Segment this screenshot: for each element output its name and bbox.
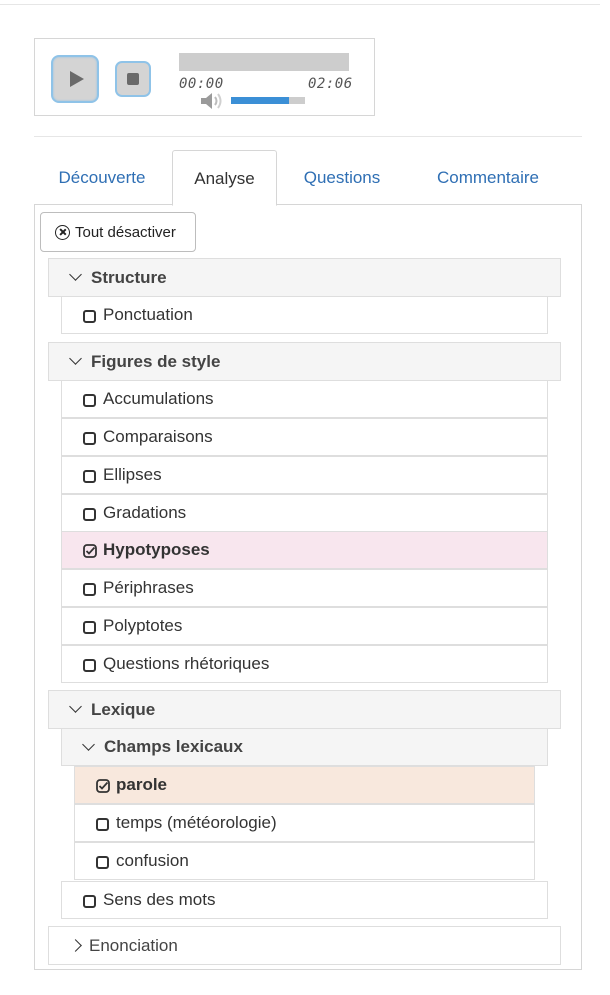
option-label: Comparaisons — [103, 427, 213, 446]
option-label: Questions rhétoriques — [103, 654, 270, 673]
disable-all-button[interactable]: Tout désactiver — [40, 212, 196, 252]
option-label: Gradations — [103, 503, 187, 522]
subsection-champs-lexicaux-header[interactable]: Champs lexicaux — [61, 728, 548, 766]
option-label: Ellipses — [103, 465, 162, 484]
checkbox-icon — [83, 658, 96, 672]
option-comparaisons[interactable]: Comparaisons — [61, 418, 548, 456]
checkbox-icon — [83, 582, 96, 596]
option-label: Ponctuation — [103, 305, 193, 324]
audio-player: 00:00 02:06 — [34, 38, 375, 116]
option-ponctuation[interactable]: Ponctuation — [61, 296, 548, 334]
option-hypotyposes[interactable]: Hypotyposes — [61, 531, 548, 569]
option-label: Hypotyposes — [103, 540, 210, 559]
checkbox-icon — [96, 855, 109, 869]
option-sens-des-mots[interactable]: Sens des mots — [61, 881, 548, 919]
volume-slider[interactable] — [231, 97, 305, 104]
checkbox-icon — [83, 309, 96, 323]
option-label: Accumulations — [103, 389, 214, 408]
chevron-right-icon — [69, 939, 82, 952]
stop-button[interactable] — [115, 61, 151, 97]
option-label: Périphrases — [103, 578, 194, 597]
tab-decouverte[interactable]: Découverte — [34, 150, 170, 205]
checkbox-icon — [96, 817, 109, 831]
chevron-down-icon — [69, 700, 82, 713]
checkbox-icon — [83, 894, 96, 908]
option-label: confusion — [116, 851, 189, 870]
tab-commentaire[interactable]: Commentaire — [410, 150, 566, 205]
checkbox-icon — [83, 507, 96, 521]
audio-progress-bar[interactable] — [179, 53, 349, 71]
tab-questions[interactable]: Questions — [286, 150, 398, 205]
section-title: Figures de style — [91, 351, 221, 371]
section-enonciation-header[interactable]: Enonciation — [48, 926, 561, 965]
current-time: 00:00 — [179, 76, 224, 92]
option-label: parole — [116, 775, 168, 794]
option-temps-meteorologie[interactable]: temps (météorologie) — [74, 804, 535, 842]
top-divider — [0, 4, 600, 5]
option-ellipses[interactable]: Ellipses — [61, 456, 548, 494]
subsection-title: Champs lexicaux — [104, 737, 243, 756]
disable-all-label: Tout désactiver — [75, 223, 176, 241]
option-gradations[interactable]: Gradations — [61, 494, 548, 532]
option-parole[interactable]: parole — [74, 766, 535, 804]
checkbox-icon — [83, 620, 96, 634]
checkbox-icon — [83, 393, 96, 407]
option-questions-rhetoriques[interactable]: Questions rhétoriques — [61, 645, 548, 683]
tab-bar: Découverte Analyse Questions Commentaire — [34, 150, 582, 206]
section-title: Enonciation — [89, 935, 178, 955]
section-title: Structure — [91, 267, 167, 287]
chevron-down-icon — [82, 737, 95, 751]
chevron-down-icon — [69, 352, 82, 365]
checkbox-checked-icon — [83, 543, 97, 558]
circle-x-icon — [55, 224, 70, 240]
duration-time: 02:06 — [308, 76, 353, 92]
option-label: Sens des mots — [103, 890, 216, 909]
section-divider — [34, 136, 582, 137]
volume-level — [231, 97, 289, 104]
play-button[interactable] — [51, 55, 99, 103]
section-title: Lexique — [91, 699, 156, 719]
option-label: temps (météorologie) — [116, 813, 277, 832]
section-figures-header[interactable]: Figures de style — [48, 342, 561, 381]
tab-analyse[interactable]: Analyse — [172, 150, 277, 206]
option-polyptotes[interactable]: Polyptotes — [61, 607, 548, 645]
checkbox-checked-icon — [96, 778, 110, 793]
speaker-icon[interactable] — [199, 91, 225, 111]
checkbox-icon — [83, 469, 96, 483]
option-accumulations[interactable]: Accumulations — [61, 380, 548, 418]
option-periphrases[interactable]: Périphrases — [61, 569, 548, 607]
option-label: Polyptotes — [103, 616, 183, 635]
section-lexique-header[interactable]: Lexique — [48, 690, 561, 729]
option-confusion[interactable]: confusion — [74, 842, 535, 880]
section-structure-header[interactable]: Structure — [48, 258, 561, 297]
play-icon — [70, 71, 84, 87]
checkbox-icon — [83, 431, 96, 445]
stop-icon — [127, 73, 139, 85]
chevron-down-icon — [69, 268, 82, 281]
